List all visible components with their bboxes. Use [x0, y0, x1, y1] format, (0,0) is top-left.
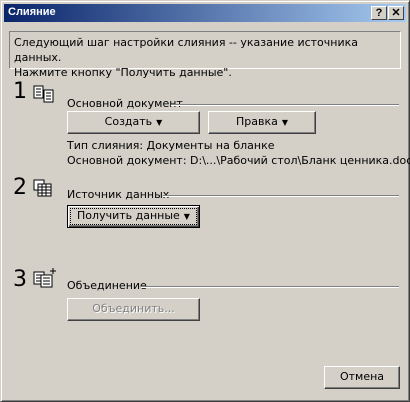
- main-document-divider: [171, 104, 399, 106]
- edit-button[interactable]: Правка ▼: [208, 111, 316, 134]
- create-button-label: Создать: [104, 115, 153, 128]
- edit-button-label: Правка: [235, 115, 278, 128]
- window-title: Слияние: [8, 6, 56, 18]
- merge-button-label: Объединить...: [92, 302, 175, 315]
- merge-type-text: Тип слияния: Документы на бланке: [67, 139, 275, 152]
- step-1-number: 1: [13, 79, 27, 104]
- cancel-button[interactable]: Отмена: [324, 366, 400, 389]
- title-bar[interactable]: Слияние ? ✕: [4, 4, 406, 22]
- get-data-button[interactable]: Получить данные ▼: [67, 205, 200, 228]
- data-source-label: Источник данных: [67, 188, 170, 201]
- instruction-box: Следующий шаг настройки слияния -- указа…: [9, 31, 401, 79]
- chevron-down-icon: ▼: [281, 118, 289, 127]
- merge-divider: [141, 286, 399, 288]
- main-document-label: Основной документ: [67, 97, 183, 110]
- close-icon: ✕: [391, 7, 401, 19]
- step-2-number: 2: [13, 175, 27, 200]
- chevron-down-icon: ▼: [183, 212, 190, 221]
- close-button[interactable]: ✕: [388, 6, 404, 20]
- instruction-line-2: Нажмите кнопку "Получить данные".: [14, 66, 232, 79]
- mail-merge-dialog: Слияние ? ✕ Следующий шаг настройки слия…: [0, 0, 410, 402]
- data-source-icon: [33, 179, 52, 197]
- step-3-number: 3: [13, 267, 27, 292]
- help-icon: ?: [375, 7, 383, 19]
- cancel-button-label: Отмена: [339, 370, 385, 383]
- main-document-path: Основной документ: D:\...\Рабочий стол\Б…: [67, 154, 410, 167]
- merge-icon: [33, 268, 56, 288]
- data-source-divider: [163, 195, 399, 197]
- merge-label: Объединение: [67, 279, 147, 292]
- get-data-button-label: Получить данные: [77, 209, 180, 222]
- chevron-down-icon: ▼: [156, 118, 163, 127]
- main-document-icon: [33, 85, 54, 103]
- help-button[interactable]: ?: [371, 6, 387, 20]
- instruction-line-1: Следующий шаг настройки слияния -- указа…: [14, 36, 359, 64]
- merge-button[interactable]: Объединить...: [67, 298, 200, 321]
- create-button[interactable]: Создать ▼: [67, 111, 200, 134]
